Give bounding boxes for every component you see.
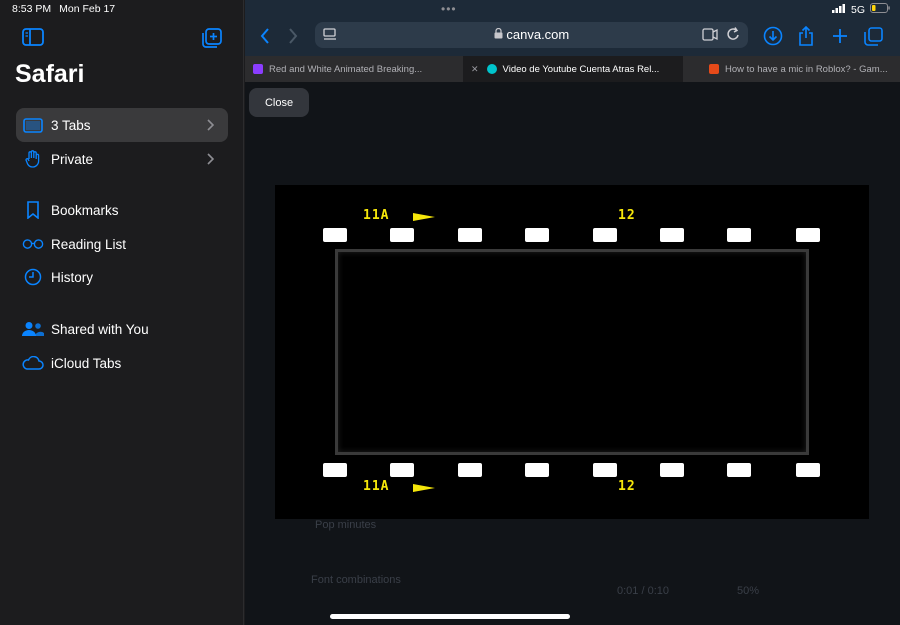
close-button[interactable]: Close — [249, 88, 309, 117]
sidebar-toggle-icon[interactable] — [22, 28, 44, 48]
share-icon[interactable] — [796, 26, 816, 46]
sprocket-hole — [660, 228, 684, 242]
chevron-right-icon — [207, 118, 215, 136]
tab-item-active[interactable]: ✕ Video de Youtube Cuenta Atras Rel... — [463, 56, 683, 82]
tab-bar: Red and White Animated Breaking... ✕ Vid… — [245, 56, 900, 82]
reload-icon[interactable] — [726, 27, 740, 47]
sidebar-item-private[interactable]: Private — [16, 142, 228, 176]
sprocket-hole — [727, 463, 751, 477]
background-time: 0:01 / 0:10 — [617, 585, 669, 597]
browser-toolbar: ••• 5G canva.com — [245, 0, 900, 56]
people-icon — [22, 319, 44, 339]
video-favicon-icon — [253, 64, 263, 74]
film-label-top-left: 11A — [363, 208, 390, 223]
page-content: Pop minutes Font combinations 0:01 / 0:1… — [245, 82, 900, 625]
sidebar-item-label: iCloud Tabs — [51, 355, 122, 371]
status-bar-left: 8:53 PM Mon Feb 17 — [12, 3, 115, 15]
address-bar[interactable]: canva.com — [315, 22, 748, 48]
new-tab-button[interactable] — [830, 26, 850, 46]
home-indicator[interactable] — [330, 614, 570, 619]
tab-item[interactable]: How to have a mic in Roblox? - Gam... — [683, 56, 900, 82]
tabs-icon — [22, 115, 44, 135]
url-label: canva.com — [506, 27, 570, 42]
hand-icon — [22, 149, 44, 169]
glasses-icon — [22, 234, 44, 254]
battery-icon — [870, 3, 890, 16]
sprocket-hole — [390, 463, 414, 477]
status-time: 8:53 PM — [12, 3, 52, 15]
sidebar-item-reading-list[interactable]: Reading List — [16, 227, 228, 261]
signal-icon — [831, 3, 846, 16]
downloads-icon[interactable] — [763, 26, 783, 46]
sidebar-item-shared-with-you[interactable]: Shared with You — [16, 312, 228, 346]
sidebar-item-icloud-tabs[interactable]: iCloud Tabs — [16, 346, 228, 380]
cloud-icon — [22, 353, 44, 373]
chevron-right-icon — [207, 152, 215, 170]
sprocket-hole — [796, 228, 820, 242]
film-label-top-right: 12 — [618, 208, 636, 223]
canva-favicon-icon — [486, 64, 497, 74]
sprocket-hole — [525, 228, 549, 242]
tab-title: Red and White Animated Breaking... — [269, 63, 423, 75]
browser-window: ••• 5G canva.com Red and White Animated … — [245, 0, 900, 625]
sprocket-hole — [458, 463, 482, 477]
safari-sidebar: 8:53 PM Mon Feb 17 Safari 3 Tabs Private — [0, 0, 244, 625]
new-tab-group-icon[interactable] — [202, 28, 224, 48]
sidebar-item-bookmarks[interactable]: Bookmarks — [16, 193, 228, 227]
close-tab-icon[interactable]: ✕ — [471, 64, 479, 75]
lock-icon — [494, 27, 503, 42]
game-favicon-icon — [709, 64, 719, 74]
sidebar-item-label: Reading List — [51, 236, 127, 252]
film-arrow-top-icon — [413, 213, 435, 221]
extension-icon[interactable] — [702, 28, 718, 46]
sprocket-hole — [390, 228, 414, 242]
sidebar-item-label: Bookmarks — [51, 202, 119, 218]
network-label: 5G — [850, 3, 865, 16]
sidebar-item-history[interactable]: History — [16, 260, 228, 294]
tab-overview-icon[interactable] — [863, 26, 883, 46]
sprocket-hole — [593, 463, 617, 477]
sprocket-hole — [727, 228, 751, 242]
background-item-1: Pop minutes — [315, 519, 377, 531]
sprocket-hole — [660, 463, 684, 477]
sidebar-item-label: History — [51, 269, 94, 285]
sidebar-title: Safari — [15, 60, 85, 88]
sidebar-item-label: Shared with You — [51, 321, 149, 337]
background-zoom: 50% — [737, 585, 760, 597]
sprocket-hole — [323, 228, 347, 242]
status-bar-right: 5G — [831, 3, 890, 16]
sprocket-hole — [458, 228, 482, 242]
sprocket-hole — [525, 463, 549, 477]
sprocket-hole — [323, 463, 347, 477]
url-text: canva.com — [315, 27, 748, 42]
background-item-2: Font combinations — [311, 574, 401, 586]
sidebar-item-label: 3 Tabs — [51, 117, 91, 133]
sprocket-hole — [796, 463, 820, 477]
sidebar-item-label: Private — [51, 151, 94, 167]
ipad-screen: 8:53 PM Mon Feb 17 Safari 3 Tabs Private — [0, 0, 900, 625]
bookmark-icon — [22, 200, 44, 220]
multitasking-dots-icon[interactable]: ••• — [441, 2, 457, 16]
tab-title: How to have a mic in Roblox? - Gam... — [725, 63, 888, 75]
film-arrow-bottom-icon — [413, 484, 435, 492]
tab-item[interactable]: Red and White Animated Breaking... — [245, 56, 463, 82]
film-label-bottom-left: 11A — [363, 479, 390, 494]
video-player[interactable]: 11A 12 11A 12 — [275, 185, 869, 519]
back-button[interactable] — [255, 26, 275, 46]
film-label-bottom-right: 12 — [618, 479, 636, 494]
status-date: Mon Feb 17 — [59, 3, 116, 15]
forward-button[interactable] — [283, 26, 303, 46]
tab-title: Video de Youtube Cuenta Atras Rel... — [502, 63, 660, 75]
sprocket-hole — [593, 228, 617, 242]
sidebar-item-tabs[interactable]: 3 Tabs — [16, 108, 228, 142]
film-frame — [335, 249, 809, 455]
clock-icon — [22, 267, 44, 287]
